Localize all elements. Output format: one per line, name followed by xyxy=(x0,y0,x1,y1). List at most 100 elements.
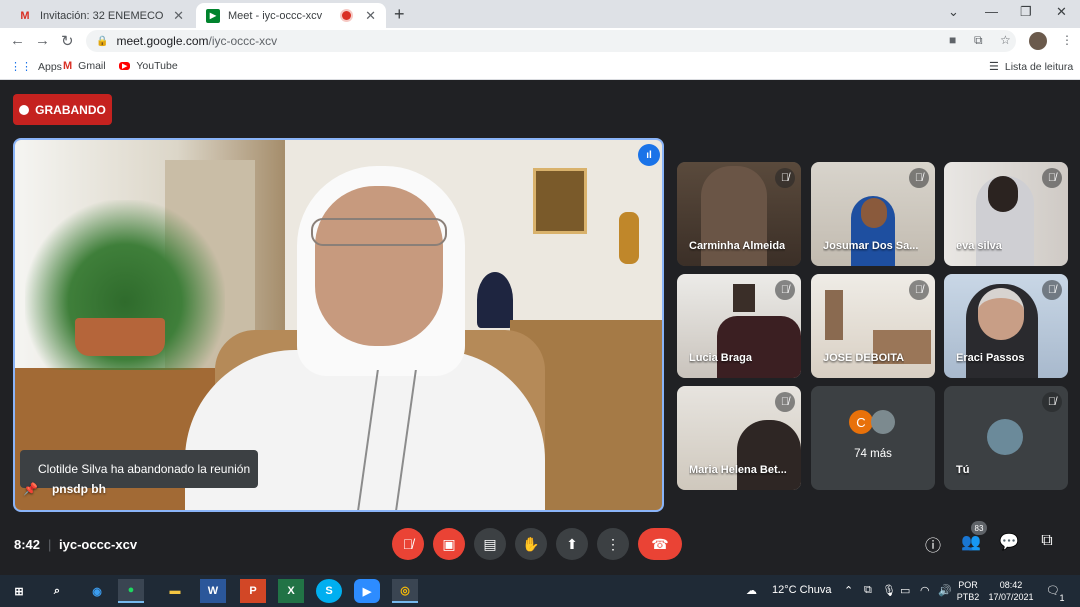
more-options-button[interactable]: ⋮ xyxy=(597,528,629,560)
activities-icon[interactable]: ⧉ xyxy=(1036,532,1058,550)
recording-label: GRABANDO xyxy=(35,102,106,117)
recording-badge[interactable]: GRABANDO xyxy=(13,94,112,125)
more-participants-tile[interactable]: C 74 más xyxy=(811,386,935,490)
skype-icon[interactable]: S xyxy=(316,579,342,603)
captions-button[interactable]: ▤ xyxy=(474,528,506,560)
bookmarks-bar: ⋮⋮ Apps M Gmail ▶ YouTube ☰ Lista de lei… xyxy=(0,54,1080,80)
mic-muted-icon: 🎙̸ xyxy=(1042,280,1062,300)
video-statue xyxy=(477,272,513,328)
mic-muted-icon: 🎙̸ xyxy=(775,168,795,188)
participant-wall-frame xyxy=(733,284,755,312)
self-tile[interactable]: 🎙̸ Tú xyxy=(944,386,1068,490)
bookmark-label: YouTube xyxy=(136,60,178,72)
meeting-clock: 8:42 xyxy=(14,537,41,552)
participant-wall-frame xyxy=(825,290,843,340)
meet-tray-icon[interactable]: ⧉ xyxy=(864,584,872,597)
camera-off-icon: ▣ xyxy=(442,535,456,552)
back-icon[interactable]: ← xyxy=(10,32,25,49)
chrome-icon[interactable]: ◎ xyxy=(392,579,418,603)
bookmark-star-icon[interactable]: ☆ xyxy=(1000,33,1011,47)
excel-icon[interactable]: X xyxy=(278,579,304,603)
participant-tile[interactable]: 🎙̸ Maria Helena Bet... xyxy=(677,386,801,490)
reading-list-label: Lista de leitura xyxy=(1004,60,1074,73)
apps-grid-icon: ⋮⋮ xyxy=(10,61,32,73)
tab-title: Invitación: 32 ENEMECO - EDIÇÃ xyxy=(40,9,167,22)
participant-tile[interactable]: 🎙̸ eva silva xyxy=(944,162,1068,266)
translate-icon[interactable]: ⧉ xyxy=(974,33,983,48)
mic-muted-icon: 🎙̸ xyxy=(1042,168,1062,188)
people-icon[interactable]: 👥 xyxy=(960,532,982,552)
bookmark-apps[interactable]: ⋮⋮ Apps xyxy=(10,60,62,74)
taskbar-date: 17/07/2021 xyxy=(988,592,1034,602)
meeting-code: iyc-occc-xcv xyxy=(59,537,138,552)
tab-gmail-invitation[interactable]: M Invitación: 32 ENEMECO - EDIÇÃ ✕ xyxy=(8,3,194,28)
search-icon[interactable]: ⌕ xyxy=(44,579,70,603)
participant-name: Carminha Almeida xyxy=(689,240,786,252)
windows-start-icon[interactable]: ⊞ xyxy=(6,579,32,603)
participant-tile[interactable]: 🎙̸ Josumar Dos Sa... xyxy=(811,162,935,266)
divider: | xyxy=(48,537,52,552)
tab-search-icon[interactable]: ⌄ xyxy=(948,4,959,20)
forward-icon[interactable]: → xyxy=(35,32,50,49)
participant-name: JOSE DEBOITA xyxy=(823,352,905,364)
tab-meet[interactable]: ▶ Meet - iyc-occc-xcv ✕ xyxy=(196,3,386,28)
new-tab-button[interactable]: + xyxy=(394,4,405,25)
present-screen-button[interactable]: ⬆ xyxy=(556,528,588,560)
menu-kebab-icon[interactable]: ⋮ xyxy=(1061,33,1073,47)
participant-tile[interactable]: 🎙̸ Carminha Almeida xyxy=(677,162,801,266)
recording-indicator-icon xyxy=(342,11,352,20)
participant-silhouette xyxy=(717,316,801,378)
main-speaker-video[interactable]: ıl Clotilde Silva ha abandonado la reuni… xyxy=(13,138,664,512)
mic-toggle-button[interactable]: 🎙̸ xyxy=(392,528,424,560)
browser-tab-strip: M Invitación: 32 ENEMECO - EDIÇÃ ✕ ▶ Mee… xyxy=(0,0,1080,28)
reading-list-icon: ☰ xyxy=(989,61,999,73)
spotify-icon[interactable]: ● xyxy=(118,579,144,603)
url-input[interactable]: 🔒 meet.google.com/iyc-occc-xcv xyxy=(86,30,1016,52)
powerpoint-icon[interactable]: P xyxy=(240,579,266,603)
close-tab-icon[interactable]: ✕ xyxy=(173,8,184,24)
gmail-icon: M xyxy=(63,60,73,72)
camera-toggle-button[interactable]: ▣ xyxy=(433,528,465,560)
profile-avatar[interactable] xyxy=(1029,32,1047,50)
keyboard-layout: PTB2 xyxy=(956,592,980,602)
participant-tile[interactable]: 🎙̸ Lucia Braga xyxy=(677,274,801,378)
mic-muted-icon: 🎙̸ xyxy=(909,168,929,188)
bookmark-youtube[interactable]: ▶ YouTube xyxy=(119,60,178,72)
url-path: /iyc-occc-xcv xyxy=(208,34,278,48)
chat-icon[interactable]: 💬 xyxy=(998,532,1020,552)
mic-muted-icon: 🎙̸ xyxy=(775,280,795,300)
taskbar-time[interactable]: 08:42 xyxy=(984,580,1038,590)
recording-dot-icon xyxy=(19,104,30,115)
meeting-info-icon[interactable]: ⓘ xyxy=(922,532,944,556)
raise-hand-button[interactable]: ✋ xyxy=(515,528,547,560)
wifi-icon[interactable]: ◠ xyxy=(920,584,930,597)
participant-tile[interactable]: 🎙̸ JOSE DEBOITA xyxy=(811,274,935,378)
youtube-icon: ▶ xyxy=(119,62,131,70)
restore-icon[interactable]: ❐ xyxy=(1020,4,1032,20)
battery-icon[interactable]: ▭ xyxy=(900,584,910,597)
edge-icon[interactable]: ◉ xyxy=(84,579,110,603)
language-indicator[interactable]: POR xyxy=(956,580,980,590)
pin-icon[interactable]: 📌 xyxy=(23,482,38,496)
participant-tile[interactable]: 🎙̸ Eraci Passos xyxy=(944,274,1068,378)
zoom-icon[interactable]: ▶ xyxy=(354,579,380,603)
tab-title: Meet - iyc-occc-xcv xyxy=(228,9,323,22)
file-explorer-icon[interactable]: ▬ xyxy=(162,579,188,603)
word-icon[interactable]: W xyxy=(200,579,226,603)
present-icon: ⬆ xyxy=(566,535,578,552)
reading-list-button[interactable]: ☰ Lista de leitura xyxy=(989,60,1074,74)
weather-text[interactable]: 12°C Chuva xyxy=(772,584,831,596)
minimize-icon[interactable]: — xyxy=(985,4,998,19)
close-window-icon[interactable]: ✕ xyxy=(1056,4,1067,20)
mic-tray-icon[interactable]: 🎙 xyxy=(882,584,896,597)
reload-icon[interactable]: ↻ xyxy=(61,32,74,50)
leave-call-button[interactable]: ☎ xyxy=(638,528,682,560)
close-tab-icon[interactable]: ✕ xyxy=(365,8,376,24)
participant-name: Lucia Braga xyxy=(689,352,752,364)
main-speaker-label: 📌 pnsdp bh xyxy=(23,482,106,496)
chevron-up-icon[interactable]: ⌃ xyxy=(844,584,853,597)
video-small-icon xyxy=(619,212,639,264)
volume-icon[interactable]: 🔊 xyxy=(938,584,952,597)
bookmark-gmail[interactable]: M Gmail xyxy=(63,60,106,72)
camera-in-use-icon[interactable]: ■ xyxy=(949,33,956,47)
